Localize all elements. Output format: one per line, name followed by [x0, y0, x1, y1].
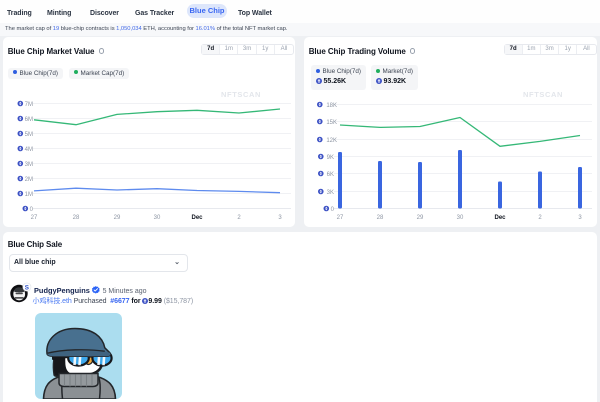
- svg-text:9K: 9K: [327, 155, 334, 161]
- svg-text:2M: 2M: [25, 177, 33, 183]
- svg-text:1M: 1M: [25, 192, 33, 198]
- svg-text:4M: 4M: [25, 147, 33, 153]
- svg-text:30: 30: [154, 215, 161, 221]
- svg-text:3: 3: [578, 215, 582, 221]
- svg-text:27: 27: [337, 215, 344, 221]
- svg-text:Dec: Dec: [191, 215, 203, 221]
- svg-text:2: 2: [538, 215, 542, 221]
- svg-text:27: 27: [31, 215, 38, 221]
- svg-text:30: 30: [457, 215, 464, 221]
- svg-text:S: S: [25, 284, 29, 291]
- svg-text:3: 3: [278, 215, 282, 221]
- svg-text:7M: 7M: [25, 102, 33, 108]
- svg-text:3M: 3M: [25, 162, 33, 168]
- svg-text:28: 28: [377, 215, 384, 221]
- svg-text:12K: 12K: [326, 138, 337, 144]
- svg-text:0: 0: [30, 207, 34, 213]
- svg-text:0: 0: [331, 207, 335, 213]
- svg-text:29: 29: [114, 215, 121, 221]
- svg-text:5M: 5M: [25, 132, 33, 138]
- svg-text:6K: 6K: [327, 172, 334, 178]
- svg-text:29: 29: [417, 215, 424, 221]
- svg-text:3K: 3K: [327, 190, 334, 196]
- svg-text:Dec: Dec: [494, 215, 506, 221]
- svg-text:6M: 6M: [25, 117, 33, 123]
- svg-text:18K: 18K: [326, 103, 337, 109]
- svg-text:2: 2: [237, 215, 241, 221]
- svg-text:28: 28: [73, 215, 80, 221]
- svg-text:15K: 15K: [326, 120, 337, 126]
